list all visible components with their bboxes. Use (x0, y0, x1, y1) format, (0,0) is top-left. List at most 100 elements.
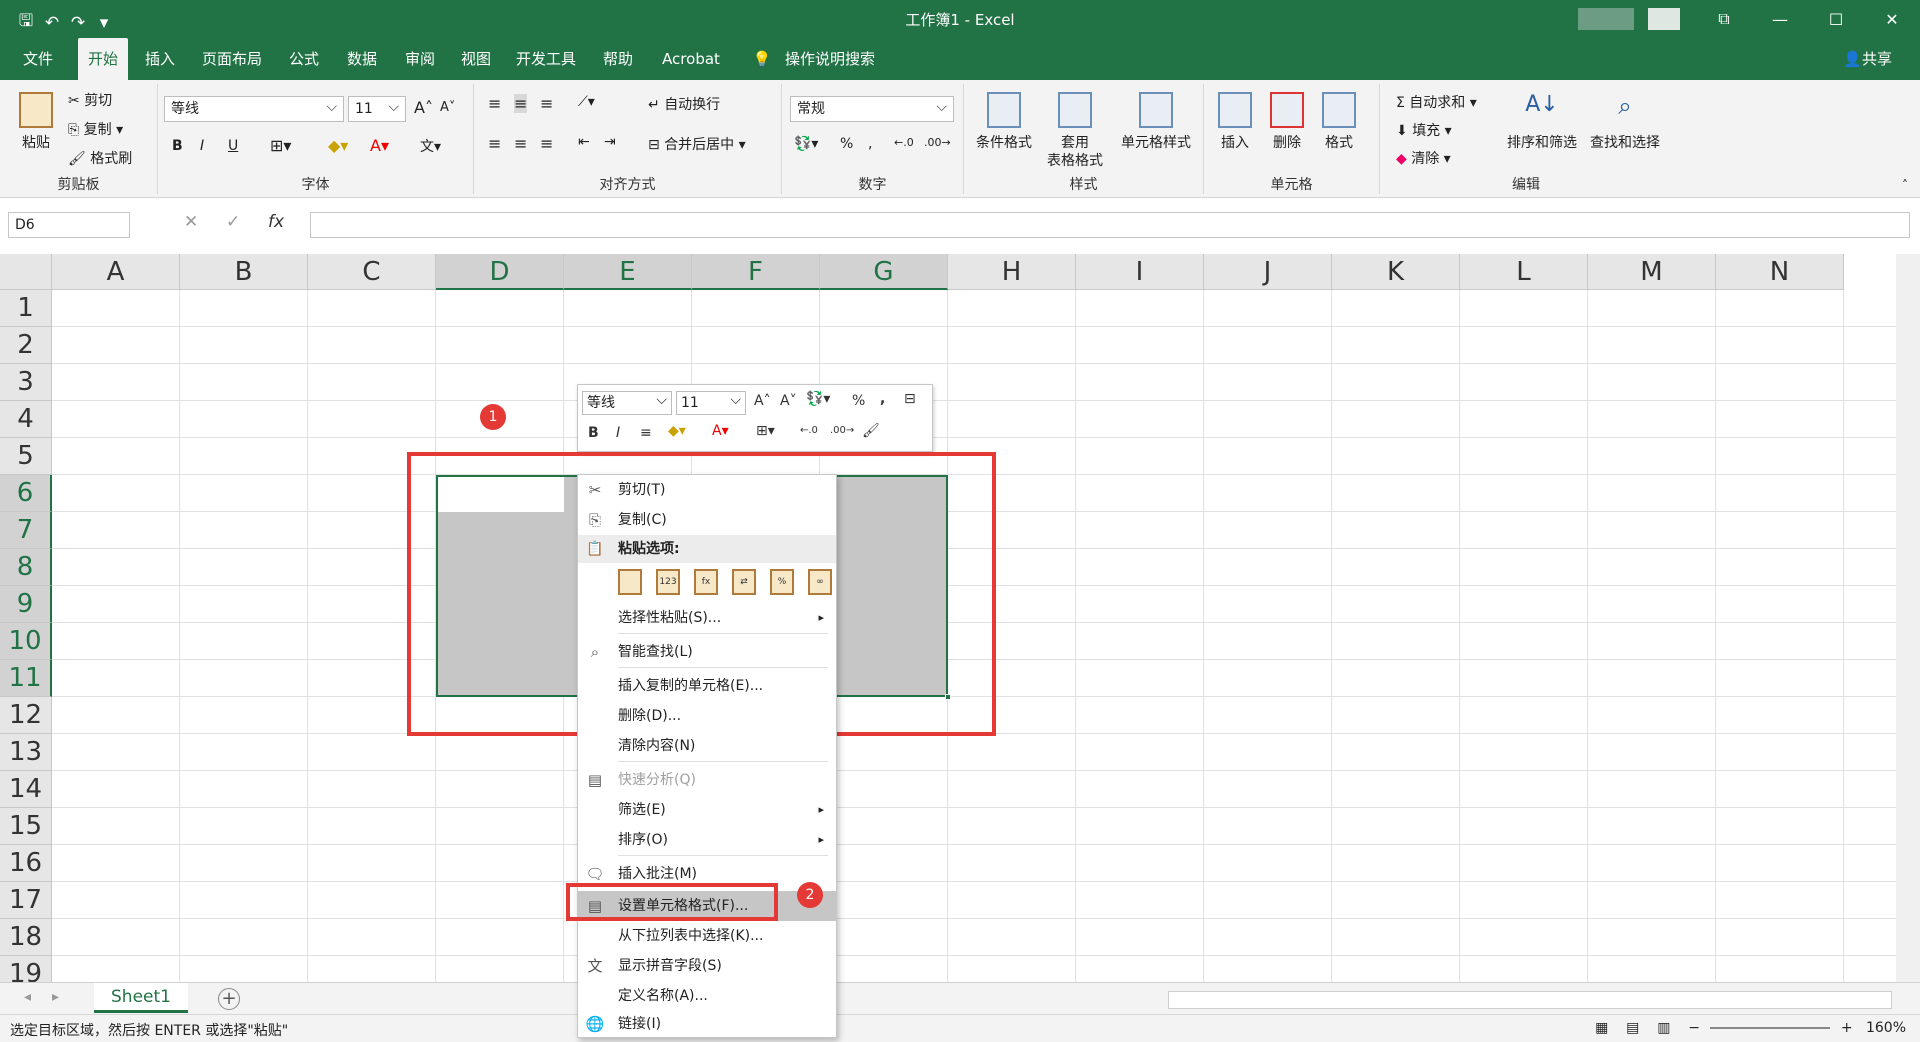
page-layout-view-icon[interactable]: ▤ (1626, 1020, 1639, 1036)
mini-shrink-font-icon[interactable]: A˅ (780, 393, 797, 409)
decrease-indent-icon[interactable]: ⇤ (578, 134, 590, 150)
menu-link[interactable]: 🌐 链接(I) (578, 1009, 836, 1039)
tab-developer[interactable]: 开发工具 (514, 38, 578, 80)
column-header[interactable]: H (948, 254, 1076, 290)
mini-format-painter-icon[interactable]: 🖌 (862, 423, 880, 439)
shrink-font-button[interactable]: A˅ (440, 100, 455, 115)
menu-copy[interactable]: ⎘ 复制(C) (578, 505, 836, 535)
paste-values-icon[interactable]: 123 (656, 569, 680, 595)
find-select-button[interactable]: ⌕ 查找和选择 (1584, 92, 1666, 152)
row-header[interactable]: 14 (0, 771, 52, 808)
row-header[interactable]: 11 (0, 660, 52, 697)
menu-smart-lookup[interactable]: ⌕ 智能查找(L) (578, 637, 836, 667)
formula-input[interactable] (310, 212, 1910, 238)
menu-pick-from-list[interactable]: 从下拉列表中选择(K)... (578, 921, 836, 951)
mini-borders-icon[interactable]: ⊞▾ (756, 423, 775, 439)
decrease-decimal-icon[interactable]: .00→ (924, 136, 951, 149)
column-header[interactable]: E (564, 254, 692, 290)
delete-cells-button[interactable]: 删除 (1264, 92, 1310, 152)
paste-transpose-icon[interactable]: ⇄ (732, 569, 756, 595)
align-right-icon[interactable]: ≡ (540, 134, 553, 153)
tab-review[interactable]: 审阅 (402, 38, 438, 80)
paste-button[interactable]: 粘贴 (14, 92, 58, 152)
row-header[interactable]: 8 (0, 549, 52, 586)
mini-percent-button[interactable]: % (852, 393, 865, 409)
row-header[interactable]: 12 (0, 697, 52, 734)
collapse-ribbon-icon[interactable]: ˄ (1902, 178, 1908, 192)
cancel-icon[interactable]: ✕ (184, 212, 198, 232)
horizontal-scrollbar[interactable] (1168, 991, 1892, 1009)
paste-link-icon[interactable]: ∞ (808, 569, 832, 595)
increase-indent-icon[interactable]: ⇥ (604, 134, 616, 150)
mini-center-icon[interactable]: ≡ (640, 425, 652, 441)
conditional-format-button[interactable]: 条件格式 (970, 92, 1038, 152)
phonetic-icon[interactable]: 文▾ (420, 136, 441, 156)
mini-comma-button[interactable]: , (880, 391, 885, 407)
tab-formulas[interactable]: 公式 (286, 38, 322, 80)
menu-insert-copied[interactable]: 插入复制的单元格(E)... (578, 671, 836, 701)
menu-paste-special[interactable]: 选择性粘贴(S)... ▸ (578, 603, 836, 633)
mini-size-combo[interactable]: 11 (676, 389, 746, 415)
menu-show-phonetic[interactable]: 文显示拼音字段(S) (578, 951, 836, 981)
fill-color-icon[interactable]: ◆▾ (328, 136, 348, 155)
column-header[interactable]: M (1588, 254, 1716, 290)
align-middle-icon[interactable]: ≡ (514, 94, 528, 113)
percent-button[interactable]: % (840, 136, 853, 152)
mini-italic-button[interactable]: I (616, 425, 620, 441)
lightbulb-icon[interactable]: 💡 (748, 38, 776, 80)
account-name[interactable] (1648, 8, 1680, 30)
tab-help[interactable]: 帮助 (600, 38, 636, 80)
underline-button[interactable]: U (228, 138, 238, 154)
insert-function-icon[interactable]: fx (268, 212, 284, 232)
borders-icon[interactable]: ⊞▾ (270, 136, 291, 155)
merge-center-button[interactable]: ⊟ 合并后居中 ▾ (648, 134, 746, 154)
scroll-right-icon[interactable]: ▸ (52, 989, 59, 1005)
tab-page-layout[interactable]: 页面布局 (200, 38, 264, 80)
format-painter-button[interactable]: 🖌 格式刷 (68, 148, 132, 168)
tab-data[interactable]: 数据 (344, 38, 380, 80)
select-all-corner[interactable] (0, 254, 52, 290)
maximize-icon[interactable]: ☐ (1808, 0, 1864, 38)
scroll-left-icon[interactable]: ◂ (24, 989, 31, 1005)
sheet-tab[interactable]: Sheet1 (94, 983, 188, 1013)
tab-file[interactable]: 文件 (20, 38, 56, 80)
mini-currency-icon[interactable]: 💱▾ (806, 391, 830, 407)
row-header[interactable]: 2 (0, 327, 52, 364)
enter-icon[interactable]: ✓ (226, 212, 240, 232)
close-icon[interactable]: ✕ (1864, 0, 1920, 38)
tab-insert[interactable]: 插入 (142, 38, 178, 80)
mini-merge-icon[interactable]: ⊟ (904, 391, 916, 407)
mini-increase-decimal-icon[interactable]: ←.0 (800, 425, 818, 436)
orientation-icon[interactable]: ⟋▾ (578, 94, 595, 110)
name-box[interactable]: D6 (8, 212, 130, 238)
wrap-text-button[interactable]: ↵ 自动换行 (648, 94, 720, 114)
zoom-in-icon[interactable]: + (1841, 1020, 1853, 1036)
format-as-table-button[interactable]: 套用 表格格式 (1040, 92, 1110, 170)
align-top-icon[interactable]: ≡ (488, 94, 501, 113)
format-cells-button[interactable]: 格式 (1316, 92, 1362, 152)
zoom-slider[interactable] (1710, 1027, 1831, 1029)
row-header[interactable]: 1 (0, 290, 52, 327)
font-size-combo[interactable]: 11 (348, 95, 406, 122)
clear-button[interactable]: ◆ 清除 ▾ (1396, 148, 1451, 168)
autosum-button[interactable]: Σ 自动求和 ▾ (1396, 92, 1477, 112)
column-header[interactable]: G (820, 254, 948, 290)
column-header[interactable]: J (1204, 254, 1332, 290)
menu-sort[interactable]: 排序(O) ▸ (578, 825, 836, 855)
row-header[interactable]: 17 (0, 882, 52, 919)
menu-define-name[interactable]: 定义名称(A)... (578, 981, 836, 1011)
column-header[interactable]: A (52, 254, 180, 290)
align-center-icon[interactable]: ≡ (514, 134, 527, 153)
mini-fill-color-icon[interactable]: ◆▾ (668, 423, 686, 439)
sort-filter-button[interactable]: A↓ 排序和筛选 (1502, 92, 1582, 152)
row-header[interactable]: 7 (0, 512, 52, 549)
column-header[interactable]: F (692, 254, 820, 290)
row-header[interactable]: 19 (0, 956, 52, 982)
paste-formulas-icon[interactable]: fx (694, 569, 718, 595)
cut-button[interactable]: ✂ 剪切 (68, 90, 112, 110)
currency-icon[interactable]: 💱▾ (794, 136, 818, 152)
tab-view[interactable]: 视图 (458, 38, 494, 80)
cell-styles-button[interactable]: 单元格样式 (1114, 92, 1198, 152)
paste-icon[interactable] (618, 569, 642, 595)
row-header[interactable]: 3 (0, 364, 52, 401)
